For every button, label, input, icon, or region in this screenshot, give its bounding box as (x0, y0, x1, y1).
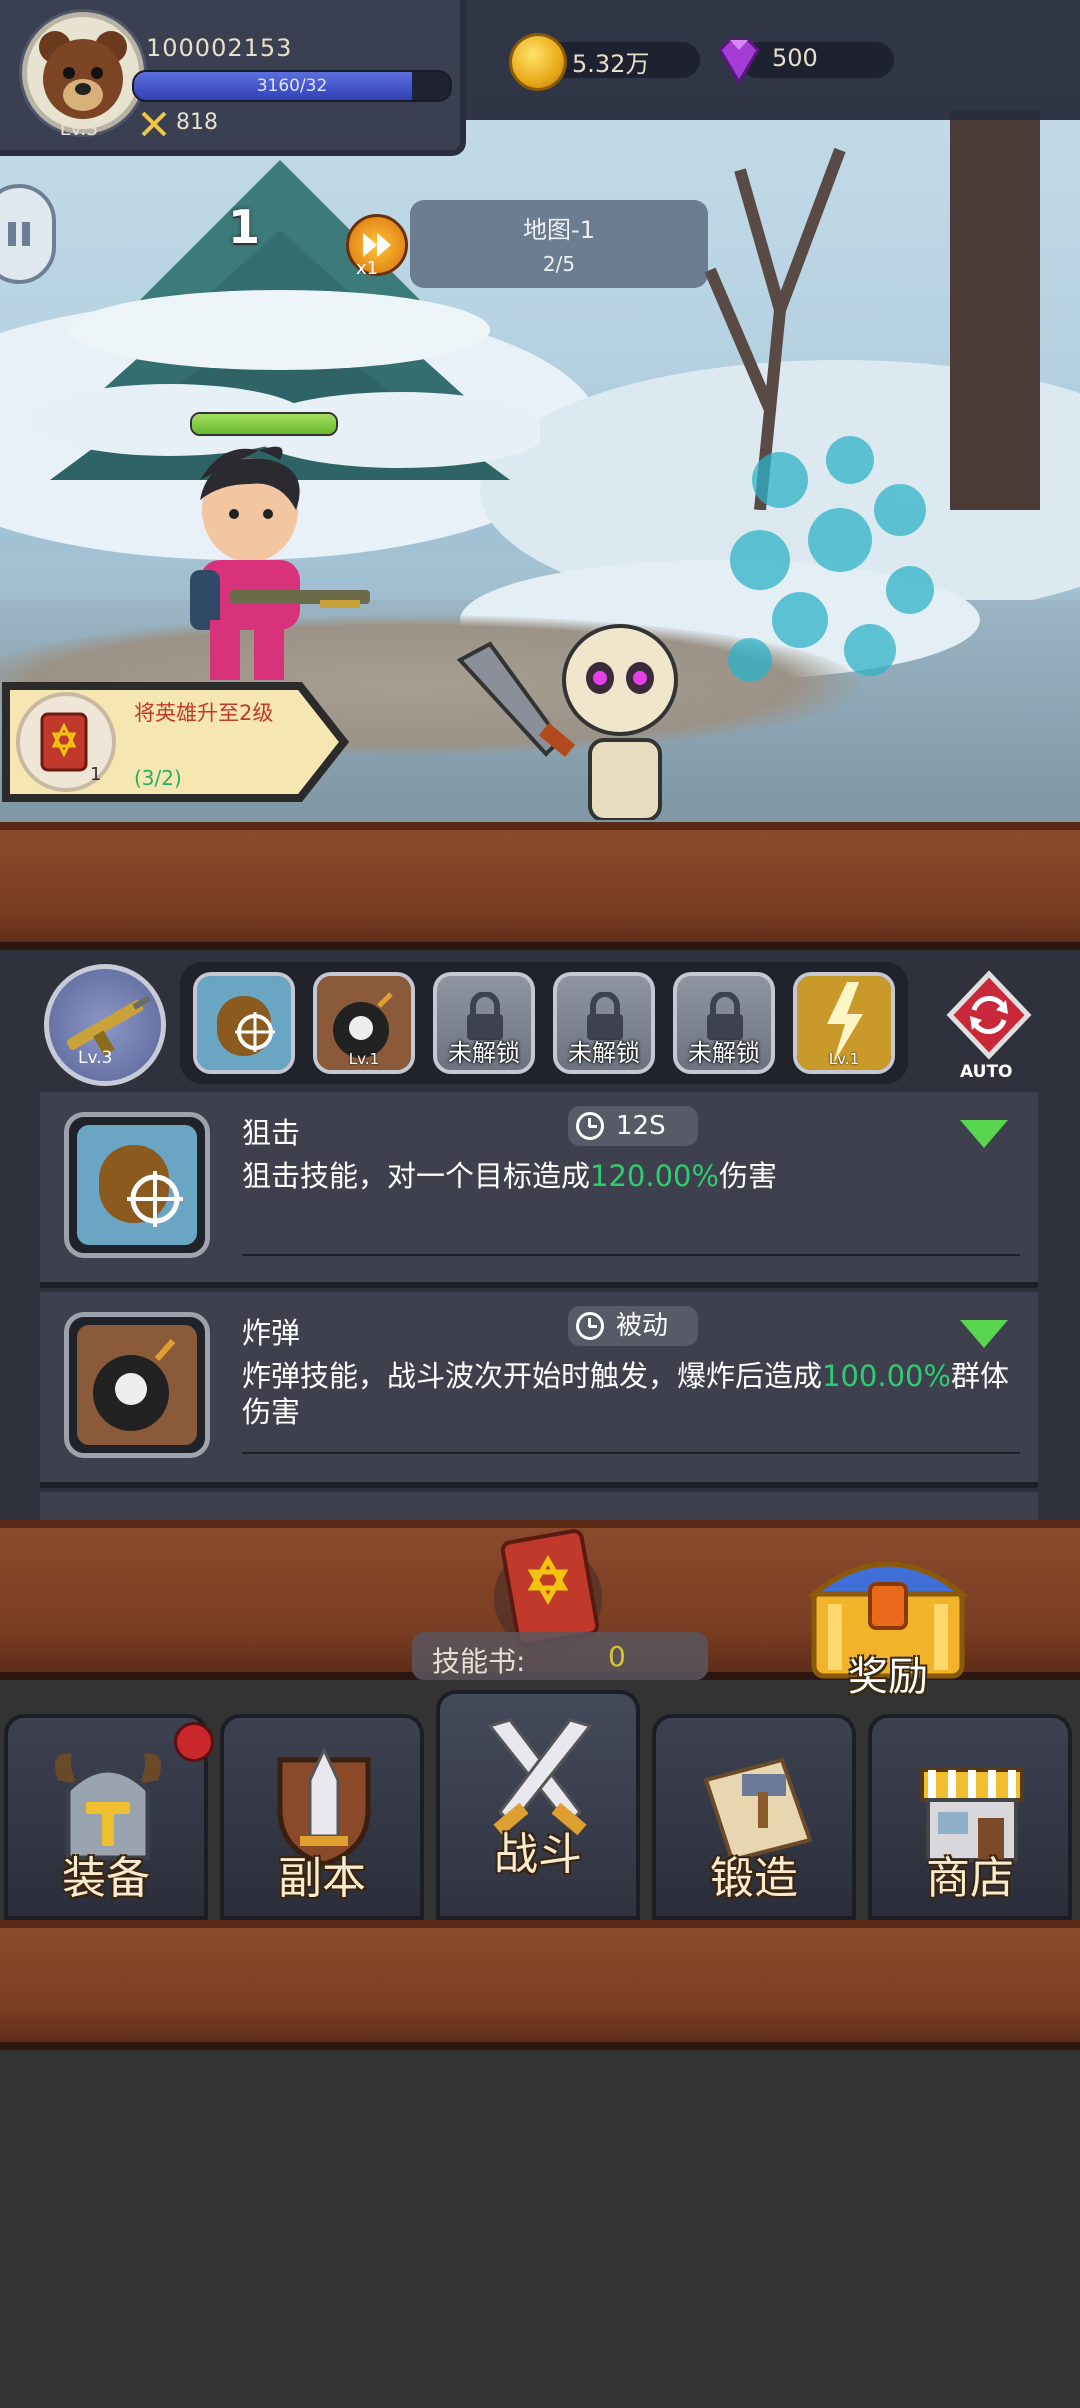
xp-bar: 3160/32 (132, 70, 452, 102)
skill-card-sniper[interactable]: 狙击 12S 狙击技能，对一个目标造成120.00%伤害 (40, 1092, 1038, 1288)
skill-slot-level: Lv.1 (348, 1050, 380, 1068)
divider (242, 1254, 1020, 1256)
quest-progress: (3/2) (134, 766, 182, 790)
skill-cooldown-value: 12S (616, 1111, 666, 1141)
nav-label: 商店 (926, 1853, 1014, 1904)
nav-battle[interactable]: 战斗 (436, 1690, 640, 1920)
skill-description: 狙击技能，对一个目标造成120.00%伤害 (242, 1158, 1022, 1194)
crossed-swords-icon (141, 111, 167, 137)
clock-icon (576, 1312, 604, 1340)
skill-desc-text: 狙击技能，对一个目标造成 (242, 1159, 591, 1193)
sniper-icon (197, 976, 291, 1070)
xp-text: 3160/32 (256, 76, 328, 96)
skill-book-label: 技能书: (432, 1645, 526, 1678)
hero-character (190, 446, 370, 680)
expand-arrow-icon[interactable] (960, 1320, 1008, 1348)
skeleton-enemy (456, 624, 678, 820)
locked-label: 未解锁 (568, 1039, 640, 1067)
reward-label: 奖励 (848, 1654, 928, 1700)
skill-card-icon (64, 1112, 210, 1258)
nav-shop[interactable]: 商店 (868, 1714, 1072, 1920)
battle-scene: Lv.3 100002153 3160/32 818 5.32万 500 1 x… (0, 0, 1080, 822)
nav-label: 锻造 (710, 1853, 798, 1904)
divider (242, 1452, 1020, 1454)
magic-bush-image (728, 436, 934, 682)
skill-card-icon (64, 1312, 210, 1458)
skill-description: 炸弹技能，战斗波次开始时触发，爆炸后造成100.00%群体伤害 (242, 1358, 1022, 1430)
wave-number: 1 (228, 200, 261, 254)
wood-plank (0, 1920, 1080, 2050)
nav-label: 战斗 (494, 1829, 582, 1880)
skill-slot-locked[interactable]: 未解锁 (433, 972, 535, 1074)
skill-slot-lightning[interactable]: Lv.1 (793, 972, 895, 1074)
nav-label: 副本 (278, 1853, 366, 1904)
clock-icon (576, 1112, 604, 1140)
locked-label: 未解锁 (688, 1039, 760, 1067)
auto-label: AUTO (960, 1062, 1013, 1082)
gem-amount: 500 (772, 44, 818, 72)
player-id: 100002153 (146, 34, 293, 62)
skill-cooldown: 12S (568, 1106, 698, 1146)
weapon-level: Lv.3 (78, 1048, 113, 1068)
skill-cooldown: 被动 (568, 1306, 698, 1346)
map-name: 地图-1 (523, 216, 595, 244)
player-level: Lv.3 (59, 118, 99, 140)
combat-power: 818 (176, 110, 218, 135)
skill-card-bomb[interactable]: 炸弹 被动 炸弹技能，战斗波次开始时触发，爆炸后造成100.00%群体伤害 (40, 1292, 1038, 1488)
skill-desc-text: 炸弹技能，战斗波次开始时触发，爆炸后造成 (242, 1359, 823, 1393)
auto-button[interactable] (944, 970, 1034, 1060)
skill-slot-locked[interactable]: 未解锁 (673, 972, 775, 1074)
notification-badge (174, 1722, 214, 1762)
sniper-icon (77, 1125, 197, 1245)
skill-cooldown-value: 被动 (616, 1311, 669, 1341)
skill-desc-value: 100.00% (822, 1359, 952, 1393)
nav-label: 装备 (62, 1853, 150, 1904)
skill-slot-level: Lv.1 (828, 1050, 860, 1068)
quest-item-count: 1 (90, 764, 102, 785)
wood-plank (0, 822, 1080, 950)
skill-slot-locked[interactable]: 未解锁 (553, 972, 655, 1074)
hero-hp-fill (192, 414, 336, 434)
nav-dungeon[interactable]: 副本 (220, 1714, 424, 1920)
speed-label: x1 (356, 258, 379, 279)
hero-hp-bar (190, 412, 338, 436)
quest-text: 将英雄升至2级 (134, 701, 274, 725)
skill-book-count: 0 (608, 1640, 626, 1673)
skill-card-partial[interactable] (40, 1492, 1038, 1520)
purple-gem-icon (718, 38, 760, 85)
pause-button[interactable] (0, 184, 56, 284)
skill-desc-value: 120.00% (590, 1159, 720, 1193)
bear-avatar-icon (39, 31, 127, 119)
skill-name: 炸弹 (242, 1316, 301, 1350)
map-progress: 2/5 (542, 252, 576, 276)
expand-arrow-icon[interactable] (960, 1120, 1008, 1148)
nav-forge[interactable]: 锻造 (652, 1714, 856, 1920)
skill-slot-bomb[interactable]: Lv.1 (313, 972, 415, 1074)
skill-name: 狙击 (242, 1116, 301, 1150)
map-info: 地图-1 2/5 (410, 200, 708, 288)
locked-label: 未解锁 (448, 1039, 520, 1067)
player-avatar[interactable] (22, 12, 144, 134)
gold-coin-icon (512, 36, 564, 88)
pause-icon (8, 222, 30, 246)
coin-amount: 5.32万 (572, 50, 650, 78)
skill-slot-sniper[interactable] (193, 972, 295, 1074)
skill-desc-text: 伤害 (719, 1159, 778, 1193)
bomb-icon (77, 1325, 197, 1445)
